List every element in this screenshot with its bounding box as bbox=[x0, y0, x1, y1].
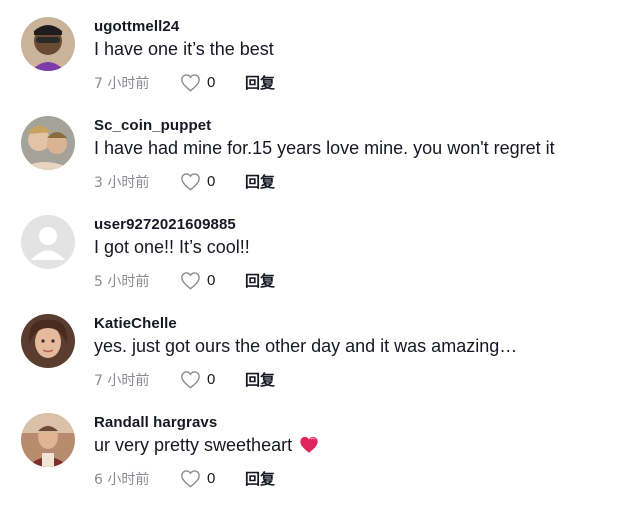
like-count: 0 bbox=[207, 271, 216, 289]
avatar[interactable] bbox=[21, 314, 75, 368]
comment-text: yes. just got ours the other day and it … bbox=[94, 336, 518, 356]
heart-outline-icon bbox=[181, 271, 200, 290]
comment-item: ugottmell24 I have one it’s the best 7 小… bbox=[0, 17, 621, 113]
like-button[interactable]: 0 bbox=[180, 368, 215, 390]
heart-outline-icon bbox=[181, 73, 200, 92]
comment-meta: 6 小时前 0 回复 bbox=[94, 467, 394, 489]
comment-meta: 3 小时前 0 回复 bbox=[94, 170, 394, 192]
comment-text: ur very pretty sweetheart bbox=[94, 435, 293, 455]
reply-button[interactable]: 回复 bbox=[245, 171, 275, 192]
like-button[interactable]: 0 bbox=[180, 467, 215, 489]
comment-time: 6 小时前 bbox=[94, 472, 150, 488]
like-count: 0 bbox=[207, 370, 216, 388]
heart-emoji-icon bbox=[298, 435, 320, 459]
heart-outline-icon bbox=[181, 172, 200, 191]
comment-username[interactable]: ugottmell24 bbox=[94, 18, 179, 35]
comment-item: user9272021609885 I got one!! It’s cool!… bbox=[0, 215, 621, 311]
like-button[interactable]: 0 bbox=[180, 71, 215, 93]
heart-outline-icon bbox=[181, 370, 200, 389]
avatar[interactable] bbox=[21, 215, 75, 269]
comment-meta: 7 小时前 0 回复 bbox=[94, 71, 394, 93]
like-count: 0 bbox=[207, 73, 216, 91]
like-button[interactable]: 0 bbox=[180, 170, 215, 192]
comment-meta: 7 小时前 0 回复 bbox=[94, 368, 394, 390]
comment-text: I got one!! It’s cool!! bbox=[94, 237, 250, 257]
comment-item: Sc_coin_puppet I have had mine for.15 ye… bbox=[0, 116, 621, 212]
comment-list: ugottmell24 I have one it’s the best 7 小… bbox=[0, 0, 621, 511]
avatar[interactable] bbox=[21, 413, 75, 467]
comment-time: 5 小时前 bbox=[94, 274, 150, 290]
comment-item: Randall hargravs ur very pretty sweethea… bbox=[0, 413, 621, 509]
like-count: 0 bbox=[207, 469, 216, 487]
reply-button[interactable]: 回复 bbox=[245, 72, 275, 93]
like-count: 0 bbox=[207, 172, 216, 190]
comment-time: 3 小时前 bbox=[94, 175, 150, 191]
reply-button[interactable]: 回复 bbox=[245, 369, 275, 390]
comment-text-line: ur very pretty sweetheart bbox=[94, 435, 320, 459]
comment-text: I have one it’s the best bbox=[94, 39, 274, 59]
like-button[interactable]: 0 bbox=[180, 269, 215, 291]
comment-meta: 5 小时前 0 回复 bbox=[94, 269, 394, 291]
heart-outline-icon bbox=[181, 469, 200, 488]
comment-text: I have had mine for.15 years love mine. … bbox=[94, 138, 555, 158]
comment-item: KatieChelle yes. just got ours the other… bbox=[0, 314, 621, 410]
comment-username[interactable]: KatieChelle bbox=[94, 315, 177, 332]
avatar[interactable] bbox=[21, 17, 75, 71]
reply-button[interactable]: 回复 bbox=[245, 468, 275, 489]
comment-time: 7 小时前 bbox=[94, 373, 150, 389]
comment-time: 7 小时前 bbox=[94, 76, 150, 92]
comment-username[interactable]: user9272021609885 bbox=[94, 216, 236, 233]
comment-username[interactable]: Randall hargravs bbox=[94, 414, 217, 431]
comment-username[interactable]: Sc_coin_puppet bbox=[94, 117, 211, 134]
reply-button[interactable]: 回复 bbox=[245, 270, 275, 291]
avatar[interactable] bbox=[21, 116, 75, 170]
